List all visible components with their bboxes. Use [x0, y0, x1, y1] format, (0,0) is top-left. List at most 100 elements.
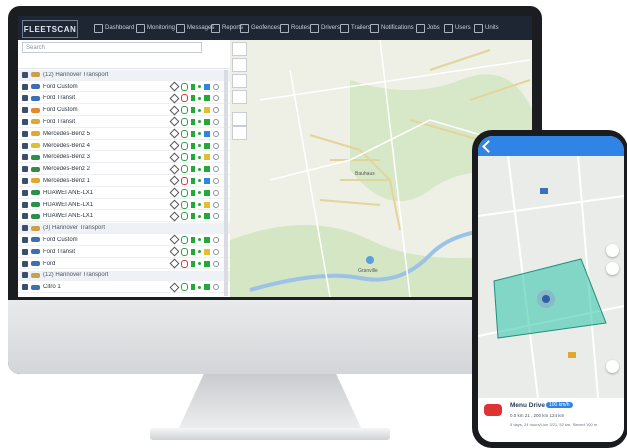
menu-icon[interactable] — [213, 95, 219, 102]
group-row[interactable]: (3) Hannover Transport — [18, 223, 230, 234]
row-checkbox[interactable] — [22, 142, 28, 149]
menu-icon[interactable] — [213, 118, 219, 125]
row-checkbox[interactable] — [22, 284, 28, 291]
ignition-icon — [181, 188, 188, 197]
unit-row[interactable]: Ford Transit — [18, 246, 230, 258]
geofence-icon — [169, 187, 180, 198]
row-checkbox[interactable] — [22, 71, 28, 78]
unit-row[interactable]: Citro 1 — [18, 282, 230, 293]
zoom-in-button[interactable] — [606, 244, 619, 257]
unit-name: Mercedes-Benz 4 — [43, 142, 91, 149]
nav-item-notifications[interactable]: Notifications — [370, 21, 414, 35]
vehicle-icon — [31, 284, 40, 290]
menu-icon[interactable] — [213, 130, 219, 137]
row-checkbox[interactable] — [22, 260, 28, 267]
row-checkbox[interactable] — [22, 189, 28, 196]
geofence-icon — [169, 140, 180, 151]
vehicle-icon — [31, 237, 40, 243]
nav-item-jobs[interactable]: Jobs — [416, 21, 440, 35]
nav-item-reports[interactable]: Reports — [211, 21, 243, 35]
row-checkbox[interactable] — [22, 177, 28, 184]
zoom-in-button[interactable] — [232, 112, 247, 126]
back-icon[interactable] — [482, 140, 495, 153]
nav-item-users[interactable]: Users — [444, 21, 471, 35]
unit-row[interactable]: HUAWEI ANE-LX1 — [18, 187, 230, 199]
menu-icon[interactable] — [213, 189, 219, 196]
gps-icon — [198, 96, 201, 100]
zoom-out-button[interactable] — [606, 262, 619, 275]
nav-item-trailers[interactable]: Trailers — [340, 21, 371, 35]
menu-icon[interactable] — [213, 166, 219, 173]
ignition-icon — [181, 212, 188, 221]
signal-icon — [191, 107, 195, 114]
nav-item-geofences[interactable]: Geofences — [240, 21, 280, 35]
phone-map[interactable] — [478, 156, 624, 398]
app-logo[interactable]: FLEETSCAN — [22, 20, 78, 38]
unit-row[interactable]: HUAWEI ANE-LX1 — [18, 211, 230, 223]
ignition-icon — [181, 235, 188, 244]
unit-row[interactable]: Ford — [18, 258, 230, 270]
unit-row[interactable]: Mercedes-Benz 4 — [18, 140, 230, 152]
menu-icon[interactable] — [213, 83, 219, 90]
unit-row[interactable]: Ford Custom — [18, 105, 230, 116]
nav-item-messages[interactable]: Messages — [176, 21, 214, 35]
row-checkbox[interactable] — [22, 130, 28, 137]
unit-row[interactable]: Mercedes-Benz 5 — [18, 128, 230, 140]
locate-icon[interactable] — [606, 360, 619, 373]
unit-row[interactable]: Mercedes-Benz 3 — [18, 152, 230, 164]
row-checkbox[interactable] — [22, 236, 28, 243]
unit-row[interactable]: Ford Transit — [18, 93, 230, 105]
search-input[interactable]: Search — [22, 42, 202, 53]
row-checkbox[interactable] — [22, 201, 28, 208]
unit-info-card[interactable]: Menu Drive 100 km/h 0.0 km 21 , 200 km 1… — [478, 398, 624, 442]
row-checkbox[interactable] — [22, 118, 28, 125]
menu-icon[interactable] — [213, 213, 219, 220]
gps-icon — [198, 108, 201, 112]
row-checkbox[interactable] — [22, 166, 28, 173]
geofence-icon — [169, 176, 180, 186]
group-row[interactable]: (12) Hannover Transport — [18, 270, 230, 282]
unit-row[interactable]: Mercedes-Benz 1 — [18, 176, 230, 187]
menu-icon[interactable] — [213, 177, 219, 184]
group-row[interactable]: (12) Hannover Transport — [18, 70, 230, 81]
menu-icon[interactable] — [213, 248, 219, 255]
map-ruler-icon[interactable] — [232, 74, 247, 88]
zoom-out-button[interactable] — [232, 126, 247, 140]
menu-icon[interactable] — [213, 260, 219, 267]
nav-item-routes[interactable]: Routes — [280, 21, 310, 35]
nav-item-units[interactable]: Units — [474, 21, 499, 35]
row-checkbox[interactable] — [22, 107, 28, 114]
menu-icon[interactable] — [213, 236, 219, 243]
row-checkbox[interactable] — [22, 83, 28, 90]
status-color-icon — [204, 118, 210, 125]
map-search-icon[interactable] — [232, 42, 247, 56]
menu-icon[interactable] — [213, 107, 219, 114]
menu-icon[interactable] — [213, 142, 219, 149]
scrollbar[interactable] — [224, 70, 228, 296]
ignition-icon — [181, 153, 188, 162]
row-checkbox[interactable] — [22, 272, 28, 279]
signal-icon — [191, 118, 195, 125]
status-color-icon — [204, 201, 210, 208]
nav-item-drivers[interactable]: Drivers — [310, 21, 340, 35]
menu-icon[interactable] — [213, 201, 219, 208]
map-print-icon[interactable] — [232, 90, 247, 104]
row-checkbox[interactable] — [22, 225, 28, 232]
unit-row[interactable]: Ford Custom — [18, 81, 230, 93]
map-layers-icon[interactable] — [232, 58, 247, 72]
nav-item-dashboard[interactable]: Dashboard — [94, 21, 134, 35]
nav-item-monitoring[interactable]: Monitoring — [136, 21, 175, 35]
unit-row[interactable]: Ford Transit — [18, 117, 230, 128]
status-color-icon — [204, 284, 210, 291]
folder-icon — [31, 272, 40, 278]
unit-row[interactable]: HUAWEI ANE-LX1 — [18, 199, 230, 211]
units-panel: Search (12) Hannover Transport Ford Custo… — [18, 40, 231, 297]
menu-icon[interactable] — [213, 284, 219, 291]
row-checkbox[interactable] — [22, 154, 28, 161]
unit-row[interactable]: Mercedes-Benz 2 — [18, 164, 230, 175]
menu-icon[interactable] — [213, 154, 219, 161]
row-checkbox[interactable] — [22, 95, 28, 102]
row-checkbox[interactable] — [22, 213, 28, 220]
row-checkbox[interactable] — [22, 248, 28, 255]
unit-row[interactable]: Ford Custom — [18, 235, 230, 246]
